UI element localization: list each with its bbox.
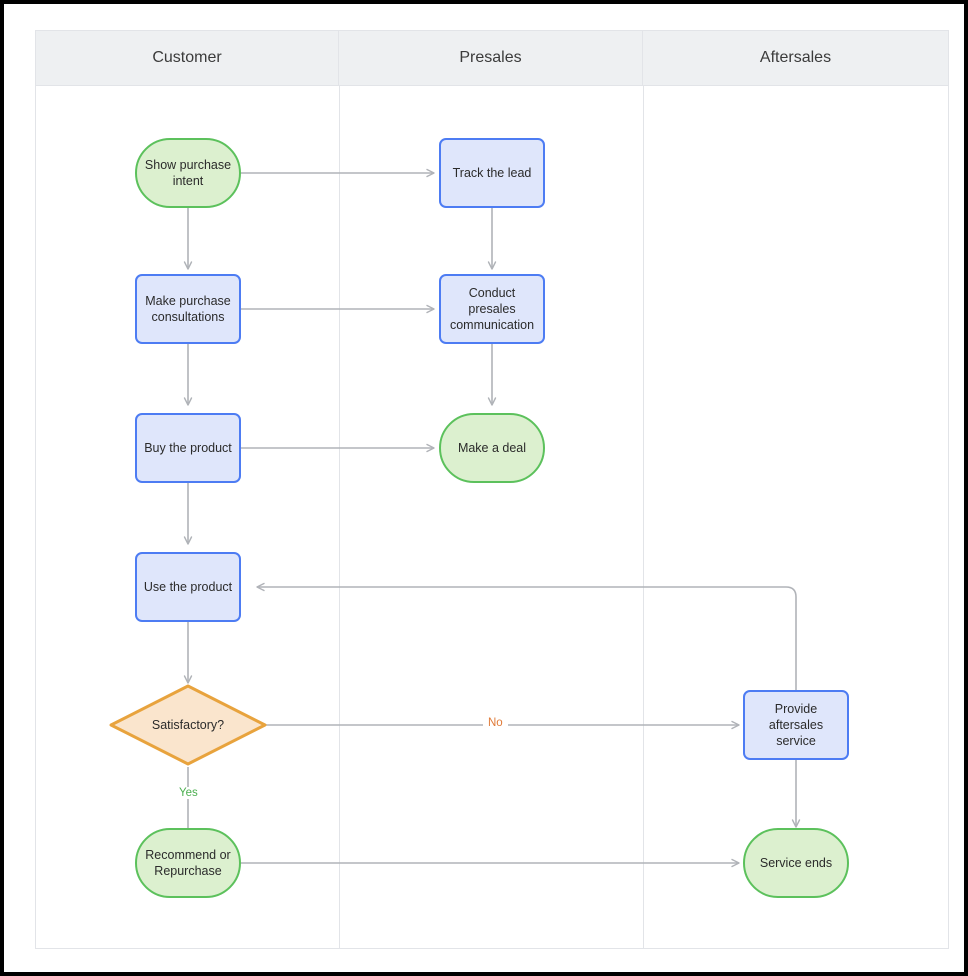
node-conduct-presales-communication[interactable]: Conduct presales communication <box>439 274 545 344</box>
node-make-a-deal[interactable]: Make a deal <box>439 413 545 483</box>
node-satisfactory-decision[interactable]: Satisfactory? <box>108 683 268 767</box>
node-make-purchase-consultations[interactable]: Make purchase consultations <box>135 274 241 344</box>
lane-header-aftersales: Aftersales <box>759 49 832 66</box>
page-frame: Customer Presales Aftersales Show purcha… <box>0 0 968 976</box>
lane-header-customer: Customer <box>36 31 339 85</box>
edge-aftersales-to-use-feedback <box>256 582 797 690</box>
node-use-the-product[interactable]: Use the product <box>135 552 241 622</box>
node-satisfactory-label: Satisfactory? <box>151 718 225 732</box>
node-buy-the-product[interactable]: Buy the product <box>135 413 241 483</box>
edge-label-no: No <box>483 717 508 729</box>
node-recommend-or-repurchase[interactable]: Recommend or Repurchase <box>135 828 241 898</box>
lane-divider-presales-aftersales <box>643 86 644 948</box>
edge-label-yes: Yes <box>174 787 203 799</box>
node-service-ends[interactable]: Service ends <box>743 828 849 898</box>
lane-divider-customer-presales <box>339 86 340 948</box>
lane-header-row: Customer Presales Aftersales <box>36 31 948 86</box>
node-provide-aftersales-service[interactable]: Provide aftersales service <box>743 690 849 760</box>
node-show-purchase-intent[interactable]: Show purchase intent <box>135 138 241 208</box>
node-track-the-lead[interactable]: Track the lead <box>439 138 545 208</box>
swimlane-diagram: Customer Presales Aftersales Show purcha… <box>35 30 949 949</box>
lane-header-presales: Presales <box>339 31 643 85</box>
